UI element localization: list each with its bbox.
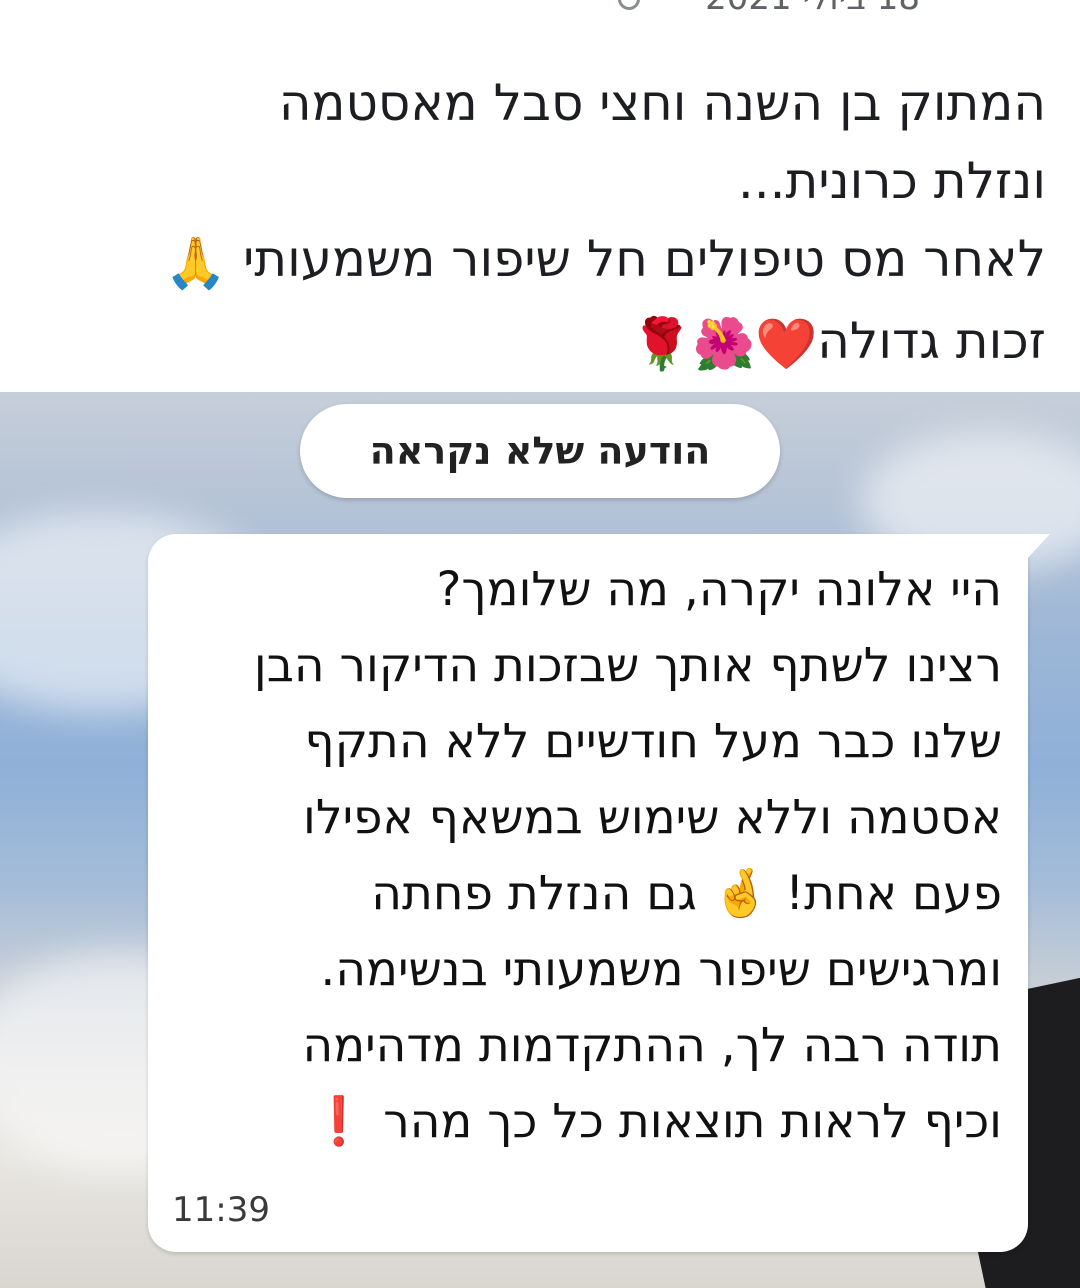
post-line: לאחר מס טיפולים חל שיפור משמעותי 🙏 xyxy=(86,220,1046,302)
message-line: תודה רבה לך, ההתקדמות מדהימה xyxy=(302,1018,1002,1073)
post-line: ונזלת כרונית... xyxy=(737,152,1046,210)
message-line-text: פעם אחת! xyxy=(785,866,1002,921)
rose-icon: 🌹 xyxy=(630,315,693,373)
message-time: 11:39 xyxy=(172,1190,270,1230)
message-line: אסטמה וללא שימוש במשאף אפילו xyxy=(303,790,1002,845)
post-line-text: זכות גדולה xyxy=(817,311,1046,370)
message-line: רצינו לשתף אותך שבזכות הדיקור הבן xyxy=(253,638,1002,693)
bubble-tail xyxy=(1026,534,1050,560)
message-line-text: וכיף לראות תוצאות כל כך מהר xyxy=(383,1094,1002,1149)
post-text: המתוק בן השנה וחצי סבל מאסטמה ונזלת כרונ… xyxy=(86,64,1046,383)
red-heart-icon: ❤️ xyxy=(754,315,818,373)
message-line-text: גם הנזלת פחתה xyxy=(371,866,697,921)
post-line-text: לאחר מס טיפולים חל שיפור משמעותי xyxy=(243,230,1046,288)
crossed-fingers-icon: 🤞 xyxy=(711,866,771,921)
post-date[interactable]: 18 ביולי 2021 xyxy=(705,0,920,18)
praying-hands-icon: 🙏 xyxy=(164,233,228,292)
message-text: היי אלונה יקרה, מה שלומך? רצינו לשתף אות… xyxy=(162,552,1002,1160)
unread-label: הודעה שלא נקראה xyxy=(369,429,711,473)
message-line: היי אלונה יקרה, מה שלומך? xyxy=(436,562,1002,617)
message-line: שלנו כבר מעל חודשיים ללא התקף xyxy=(304,714,1002,769)
globe-icon xyxy=(618,0,640,10)
post-line: זכות גדולה❤️🌺🌹 xyxy=(86,302,1046,384)
facebook-post-header: 18 ביולי 2021 המתוק בן השנה וחצי סבל מאס… xyxy=(0,0,1080,392)
unread-messages-pill: הודעה שלא נקראה xyxy=(300,404,780,498)
hibiscus-icon: 🌺 xyxy=(692,315,755,373)
exclamation-heart-icon: ❗ xyxy=(309,1094,369,1149)
chat-screenshot-image: הודעה שלא נקראה היי אלונה יקרה, מה שלומך… xyxy=(0,392,1080,1288)
message-line: פעם אחת! 🤞 גם הנזלת פחתה xyxy=(162,856,1002,932)
message-line: וכיף לראות תוצאות כל כך מהר ❗ xyxy=(162,1084,1002,1160)
message-bubble[interactable]: היי אלונה יקרה, מה שלומך? רצינו לשתף אות… xyxy=(148,534,1050,1252)
message-line: ומרגישים שיפור משמעותי בנשימה. xyxy=(320,942,1002,997)
post-line: המתוק בן השנה וחצי סבל מאסטמה xyxy=(278,74,1046,132)
